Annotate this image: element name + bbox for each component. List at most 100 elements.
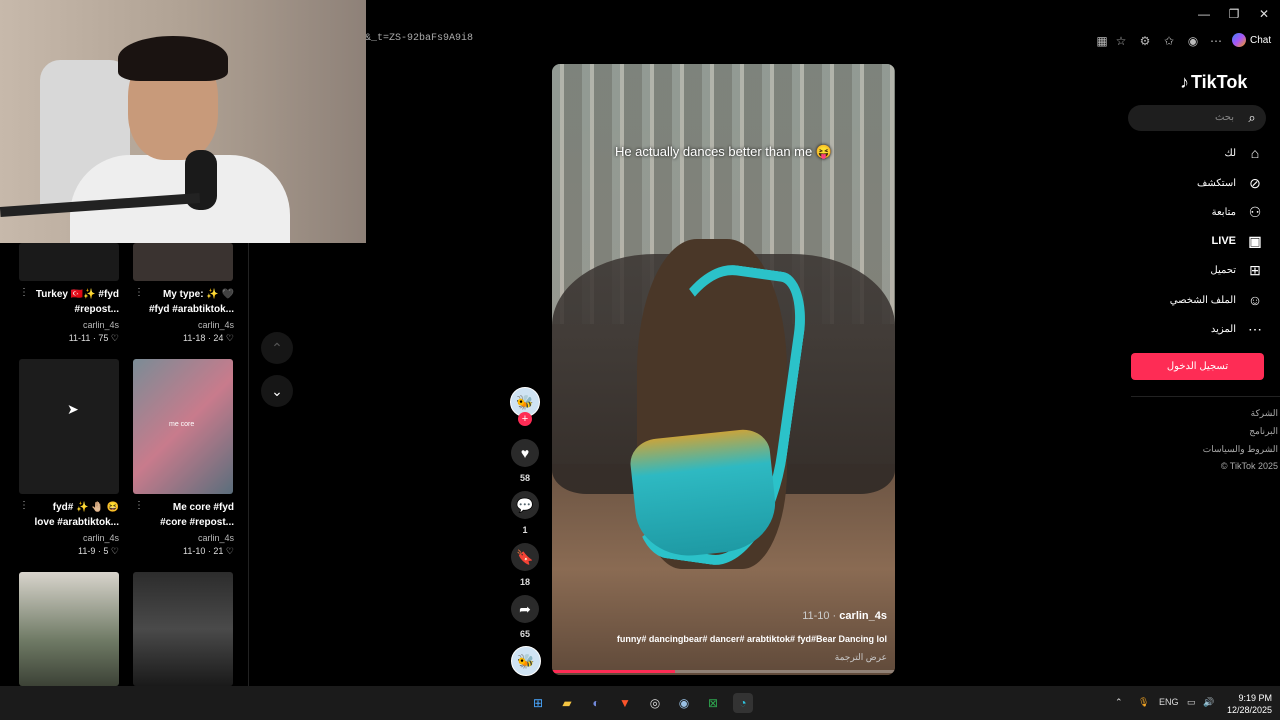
video-likes: 21 (213, 546, 224, 556)
video-author[interactable]: carlin_4s (132, 533, 234, 543)
footer-link-company[interactable]: الشركة (1140, 408, 1278, 419)
steam-icon[interactable]: ◉ (674, 693, 694, 713)
video-author-line[interactable]: 11-10 · carlin_4s (552, 610, 887, 622)
share-arrow-icon: ➦ (519, 601, 531, 617)
favorite-star-icon[interactable]: ☆ (1113, 33, 1129, 49)
home-icon: ⌂ (1250, 145, 1260, 161)
language-indicator[interactable]: ENG (1159, 697, 1179, 707)
like-button[interactable]: ♥ (511, 439, 539, 467)
profile-icon-browser[interactable]: ◉ (1185, 33, 1201, 49)
show-hidden-icons-chevron-icon[interactable]: ⌃ (1115, 697, 1123, 708)
video-author[interactable]: carlin_4s (17, 533, 119, 543)
footer-link-terms[interactable]: الشروط والسياسات (1140, 444, 1278, 455)
video-author[interactable]: carlin_4s (17, 320, 119, 330)
sound-avatar[interactable]: 🐝 (511, 646, 541, 676)
nav-item-foryou[interactable]: لك ⌂ (1130, 142, 1264, 164)
video-title[interactable]: #fyd #arabtiktok... (132, 302, 234, 317)
video-likes: 75 (98, 333, 109, 343)
video-likes: 24 (213, 333, 224, 343)
favorites-icon[interactable]: ✩ (1161, 33, 1177, 49)
share-button[interactable]: ➦ (511, 595, 539, 623)
next-video-button[interactable]: ⌄ (261, 375, 293, 407)
excel-icon[interactable]: ⊠ (703, 693, 723, 713)
video-thumbnail[interactable] (19, 243, 119, 281)
nav-label: استكشف (1197, 177, 1236, 189)
app-available-icon[interactable]: ▦ (1094, 33, 1110, 49)
video-title[interactable]: #core #repost... (132, 515, 234, 530)
copilot-icon (1232, 33, 1246, 47)
previous-video-button[interactable]: ⌃ (261, 332, 293, 364)
comment-icon: 💬 (516, 497, 534, 513)
video-title[interactable]: Me core #fyd (132, 500, 234, 515)
video-title[interactable]: fyd# ✨ 🤚🏼 😆 (17, 500, 119, 515)
tiktok-logo[interactable]: ♪ TikTok (1180, 70, 1264, 94)
video-meta: 11-11 · 75 ♡ (68, 333, 119, 343)
video-title[interactable]: Turkey 🇹🇷✨ #fyd (17, 287, 119, 302)
nav-item-live[interactable]: LIVE ▣ (1130, 230, 1264, 252)
search-icon[interactable]: ⌕ (1244, 110, 1260, 126)
video-player-date: 11-10 · (802, 610, 837, 622)
share-count: 65 (519, 629, 530, 639)
windows-start-icon[interactable]: ⊞ (528, 693, 548, 713)
video-author[interactable]: carlin_4s (132, 320, 234, 330)
nav-item-profile[interactable]: الملف الشخصي ☺ (1130, 289, 1264, 311)
volume-icon[interactable]: 🔊 (1203, 697, 1214, 708)
system-clock[interactable]: 9:19 PM 12/28/2025 (1222, 692, 1272, 716)
video-description[interactable]: funny# dancingbear# dancer# arabtiktok# … (552, 634, 887, 644)
video-progress-bar[interactable] (552, 670, 895, 673)
video-date: 11-10 (183, 546, 206, 556)
see-translation-link[interactable]: عرض الترجمة (552, 652, 887, 663)
restore-icon[interactable]: ❐ (1220, 4, 1248, 24)
obs-icon[interactable]: ◎ (645, 693, 665, 713)
microphone-icon[interactable]: 🎙 (1138, 697, 1149, 708)
heart-icon: ♥ (520, 445, 530, 461)
more-icon: ⋯ (1248, 321, 1262, 337)
clock-time: 9:19 PM (1238, 693, 1272, 703)
minimize-icon[interactable]: — (1190, 4, 1218, 24)
save-button[interactable]: 🔖 (511, 543, 539, 571)
bookmark-icon: 🔖 (516, 549, 534, 565)
clock-date: 12/28/2025 (1226, 705, 1272, 715)
nav-label: LIVE (1211, 235, 1236, 247)
address-bar-text[interactable]: &_t=ZS-92baFs9A9i8 (365, 33, 473, 44)
nav-item-more[interactable]: المزيد ⋯ (1130, 318, 1264, 340)
video-thumbnail[interactable] (133, 572, 233, 686)
footer-link-program[interactable]: البرنامج (1140, 426, 1278, 437)
video-thumbnail[interactable]: me core (133, 359, 233, 494)
follow-plus-button[interactable]: + (518, 412, 532, 426)
heart-outline-icon: ♡ (110, 333, 119, 343)
chevron-up-icon: ⌃ (271, 340, 283, 356)
nav-item-following[interactable]: متابعة ⚇ (1130, 201, 1264, 223)
compass-icon: ⊘ (1249, 175, 1261, 191)
edge-browser-icon[interactable]: ◔ (733, 693, 753, 713)
copilot-chat-button[interactable]: Chat (1232, 31, 1276, 49)
extensions-icon[interactable]: ⚙ (1137, 33, 1153, 49)
video-title[interactable]: My type: ✨ 🖤 (132, 287, 234, 302)
chevron-down-icon: ⌄ (271, 383, 283, 399)
comment-count: 1 (522, 525, 528, 535)
nav-item-upload[interactable]: تحميل ⊞ (1130, 259, 1264, 281)
video-title[interactable]: #repost... (17, 302, 119, 317)
video-thumbnail[interactable] (19, 572, 119, 686)
video-date: 11-18 (183, 333, 206, 343)
video-thumbnail[interactable] (19, 359, 119, 494)
video-meta: 11-10 · 21 ♡ (183, 546, 234, 556)
video-player[interactable]: He actually dances better than me 😝 11-1… (552, 64, 895, 675)
discord-icon[interactable]: ◐ (586, 693, 606, 713)
nav-item-explore[interactable]: استكشف ⊘ (1130, 172, 1264, 194)
video-player-author[interactable]: carlin_4s (839, 610, 887, 622)
video-title[interactable]: love #arabtiktok... (17, 515, 119, 530)
video-date: 11-11 (68, 333, 91, 343)
tiktok-logo-text: TikTok (1191, 71, 1248, 92)
nav-label: لك (1224, 147, 1236, 159)
brave-browser-icon[interactable]: ▼ (615, 693, 635, 713)
video-likes: 5 (103, 546, 109, 556)
browser-menu-icon[interactable]: ⋯ (1208, 33, 1224, 49)
network-icon[interactable]: ▭ (1187, 697, 1196, 708)
close-icon[interactable]: ✕ (1250, 4, 1278, 24)
comment-button[interactable]: 💬 (511, 491, 539, 519)
login-button[interactable]: تسجيل الدخول (1131, 353, 1264, 380)
video-thumbnail[interactable] (133, 243, 233, 281)
sidebar-divider (1131, 396, 1280, 397)
file-explorer-icon[interactable]: ▰ (557, 693, 577, 713)
